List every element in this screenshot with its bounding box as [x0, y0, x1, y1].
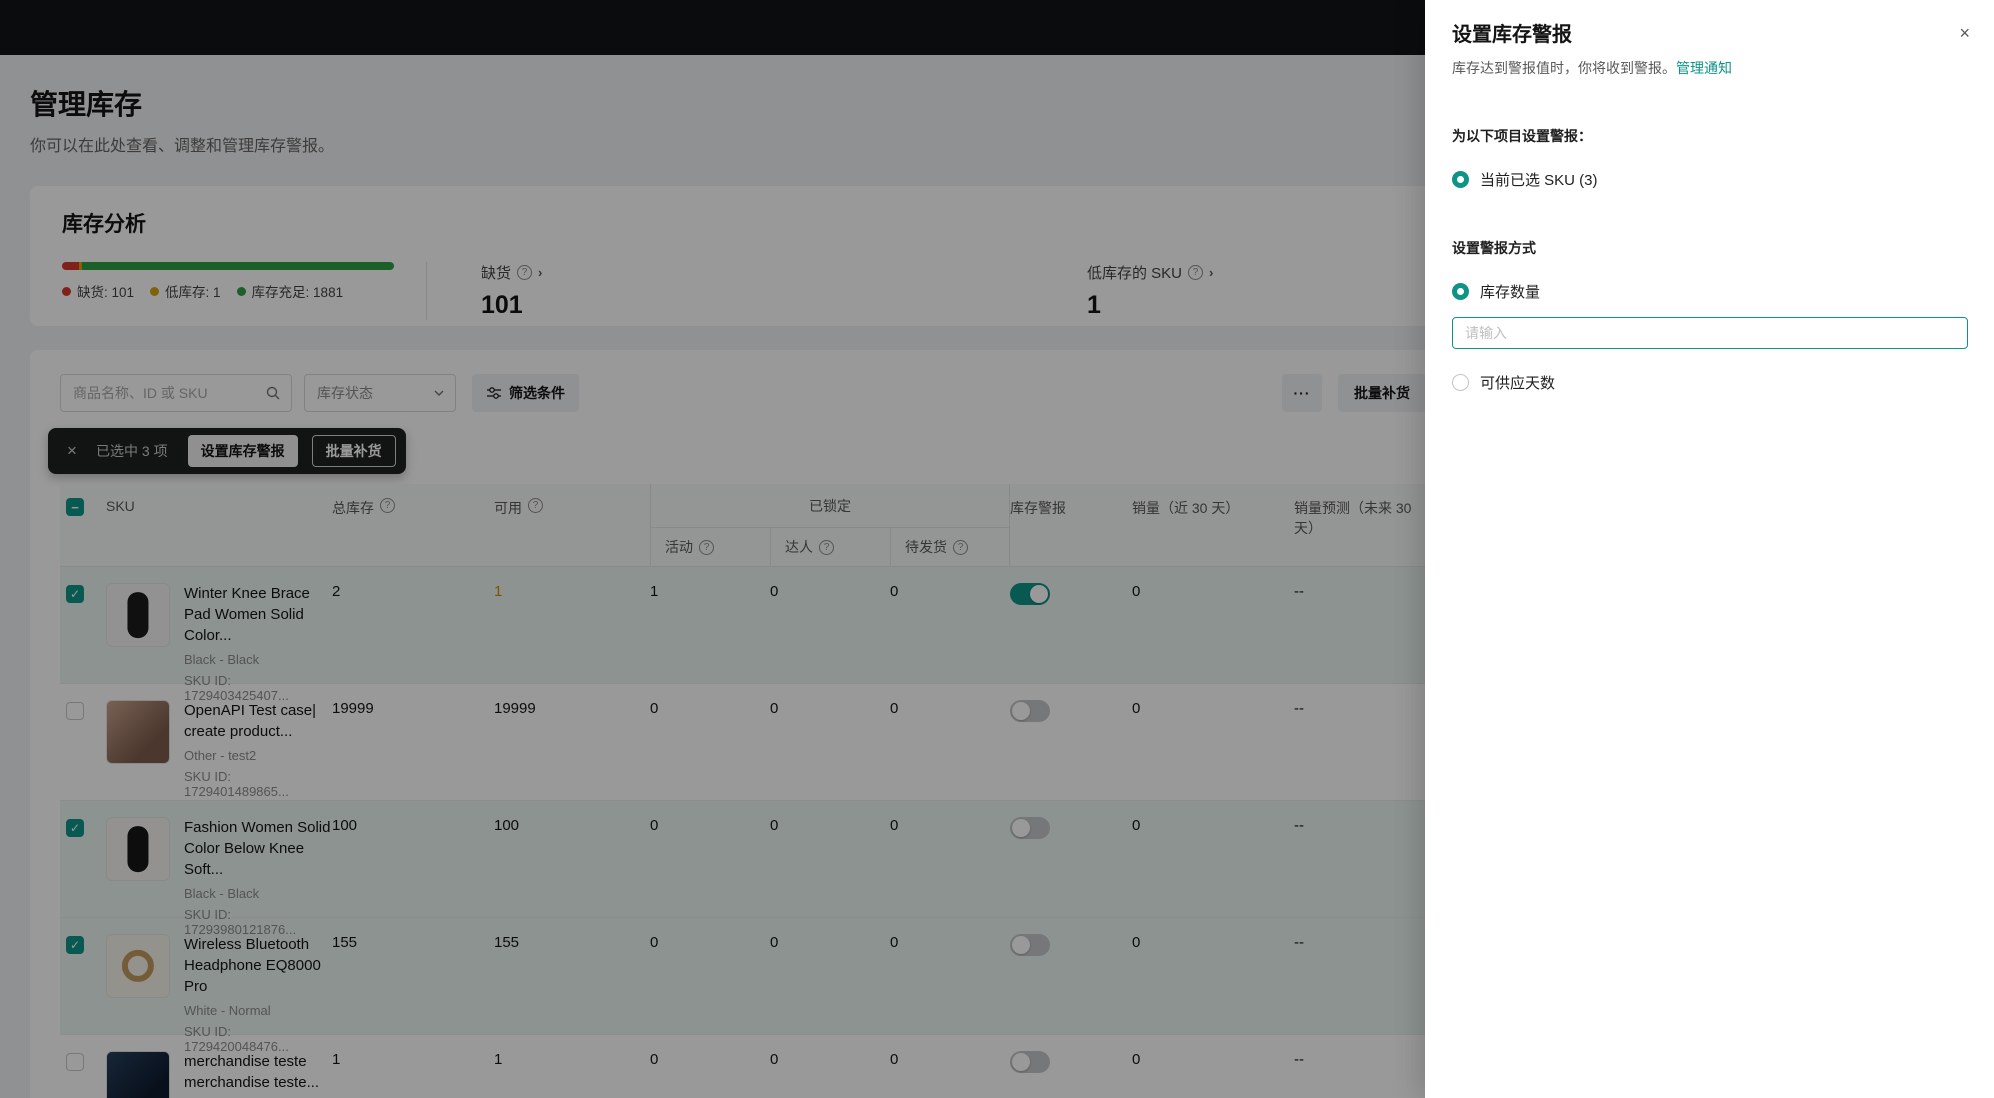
drawer-title: 设置库存警报: [1452, 18, 1968, 47]
manage-notifications-link[interactable]: 管理通知: [1676, 60, 1732, 76]
alert-threshold-input[interactable]: [1452, 317, 1968, 349]
alert-target-section-label: 为以下项目设置警报：: [1452, 126, 1968, 146]
alert-method-section-label: 设置警报方式: [1452, 238, 1968, 258]
drawer-subtitle: 库存达到警报值时，你将收到警报。管理通知: [1452, 58, 1968, 78]
option-label: 可供应天数: [1480, 372, 1555, 393]
option-days-of-supply[interactable]: 可供应天数: [1452, 372, 1968, 393]
radio-selected-icon[interactable]: [1452, 171, 1469, 188]
option-label: 库存数量: [1480, 281, 1540, 302]
close-icon[interactable]: ×: [1959, 24, 1970, 42]
radio-unselected-icon[interactable]: [1452, 374, 1469, 391]
set-stock-alert-drawer: 设置库存警报 × 库存达到警报值时，你将收到警报。管理通知 为以下项目设置警报：…: [1425, 0, 1994, 1098]
option-stock-quantity[interactable]: 库存数量: [1452, 281, 1968, 302]
option-label: 当前已选 SKU (3): [1480, 169, 1598, 190]
radio-selected-icon[interactable]: [1452, 283, 1469, 300]
drawer-subtitle-text: 库存达到警报值时，你将收到警报。: [1452, 60, 1676, 76]
option-current-selected-sku[interactable]: 当前已选 SKU (3): [1452, 169, 1968, 190]
